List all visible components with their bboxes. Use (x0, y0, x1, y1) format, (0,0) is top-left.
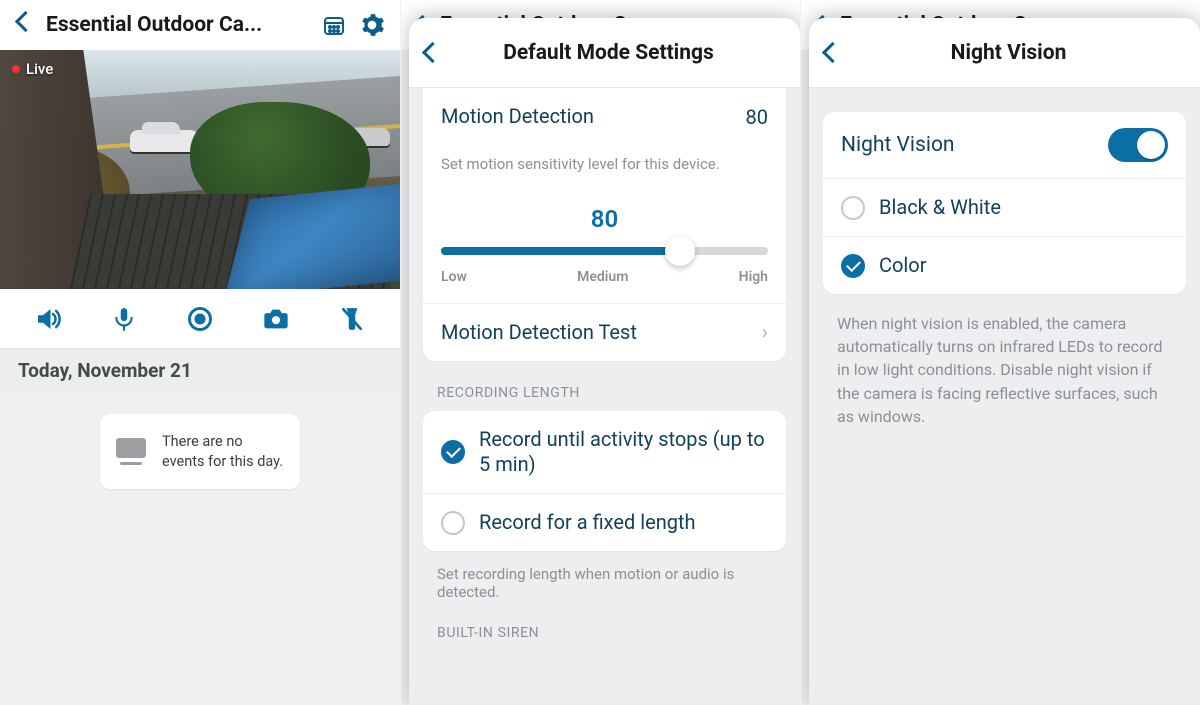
sheet-header: Default Mode Settings (409, 18, 800, 88)
settings-button[interactable] (358, 11, 386, 39)
back-button[interactable] (14, 14, 36, 36)
microphone-icon (111, 304, 137, 334)
events-list: There are no events for this day. (0, 392, 400, 705)
recording-section-label: RECORDING LENGTH (409, 361, 800, 411)
no-events-text: There are no events for this day. (162, 432, 284, 471)
sheet-title: Default Mode Settings (459, 41, 784, 65)
recording-option-fixed[interactable]: Record for a fixed length (423, 493, 786, 551)
night-vision-label: Night Vision (841, 132, 1094, 158)
recording-card: Record until activity stops (up to 5 min… (423, 411, 786, 551)
recording-option-activity[interactable]: Record until activity stops (up to 5 min… (423, 411, 786, 493)
live-label: Live (26, 60, 53, 78)
chevron-right-icon: › (761, 320, 768, 345)
date-header: Today, November 21 (0, 349, 400, 392)
chevron-left-icon (425, 45, 451, 60)
bw-label: Black & White (879, 195, 1168, 220)
settings-sheet: Default Mode Settings Motion Detection 8… (409, 18, 800, 705)
motion-value: 80 (746, 105, 768, 129)
night-vision-option-color[interactable]: Color (823, 236, 1186, 294)
slider-value: 80 (441, 205, 768, 233)
record-button[interactable] (176, 305, 224, 333)
sheet-back-button[interactable] (425, 45, 451, 60)
slider-thumb[interactable] (665, 236, 695, 266)
camera-icon (261, 305, 291, 333)
gear-icon (359, 12, 385, 38)
recording-opt1-label: Record until activity stops (up to 5 min… (479, 427, 768, 477)
radio-unchecked-icon (441, 511, 465, 535)
slider-medium: Medium (577, 269, 628, 285)
speaker-icon (33, 304, 63, 334)
night-vision-description: When night vision is enabled, the camera… (809, 294, 1200, 446)
spotlight-button[interactable] (328, 304, 376, 334)
motion-card: Motion Detection 80 Set motion sensitivi… (423, 88, 786, 361)
slider-high: High (739, 269, 768, 285)
record-icon (186, 305, 214, 333)
flashlight-off-icon (339, 304, 365, 334)
slider-labels: Low Medium High (441, 269, 768, 285)
night-vision-toggle[interactable] (1108, 128, 1168, 162)
mic-button[interactable] (100, 304, 148, 334)
radio-checked-icon (441, 440, 465, 464)
chevron-left-icon (825, 45, 851, 60)
sheet-back-button[interactable] (825, 45, 851, 60)
snapshot-button[interactable] (252, 305, 300, 333)
screen-live: Essential Outdoor Ca... Live (0, 0, 400, 705)
calendar-icon (322, 13, 346, 37)
motion-test-label: Motion Detection Test (441, 320, 747, 345)
slider-fill (441, 247, 680, 255)
page-title: Essential Outdoor Ca... (46, 13, 310, 37)
header: Essential Outdoor Ca... (0, 0, 400, 50)
sheet-title: Night Vision (859, 41, 1184, 65)
motion-help: Set motion sensitivity level for this de… (423, 145, 786, 189)
no-events-card: There are no events for this day. (100, 414, 300, 489)
motion-slider[interactable]: 80 Low Medium High (423, 189, 786, 303)
radio-unchecked-icon (841, 196, 865, 220)
live-video-feed[interactable]: Live (0, 50, 400, 289)
sheet-header: Night Vision (809, 18, 1200, 88)
chevron-left-icon (18, 14, 32, 36)
slider-track[interactable] (441, 247, 768, 255)
audio-button[interactable] (24, 304, 72, 334)
night-vision-card: Night Vision Black & White Color (823, 112, 1186, 294)
motion-label: Motion Detection (441, 104, 732, 129)
motion-detection-row: Motion Detection 80 (423, 88, 786, 145)
screen-default-mode: Essential Outdoor Ca... ▦ ✿ Default Mode… (400, 0, 800, 705)
color-label: Color (879, 253, 1168, 278)
night-vision-option-bw[interactable]: Black & White (823, 178, 1186, 236)
screen-night-vision: Essential Outdoor Ca... ▦ ✿ Night Vision… (800, 0, 1200, 705)
control-bar (0, 289, 400, 349)
night-vision-toggle-row[interactable]: Night Vision (823, 112, 1186, 178)
sheet-body: Night Vision Black & White Color When ni… (809, 88, 1200, 705)
motion-test-row[interactable]: Motion Detection Test › (423, 303, 786, 361)
night-vision-sheet: Night Vision Night Vision Black & White … (809, 18, 1200, 705)
calendar-button[interactable] (320, 11, 348, 39)
sheet-body: Motion Detection 80 Set motion sensitivi… (409, 88, 800, 705)
live-badge: Live (12, 60, 53, 78)
recording-opt2-label: Record for a fixed length (479, 510, 768, 535)
radio-checked-icon (841, 254, 865, 278)
empty-state-icon (116, 438, 146, 465)
recording-help: Set recording length when motion or audi… (409, 551, 800, 601)
siren-section-label: BUILT-IN SIREN (409, 601, 800, 651)
slider-low: Low (441, 269, 467, 285)
